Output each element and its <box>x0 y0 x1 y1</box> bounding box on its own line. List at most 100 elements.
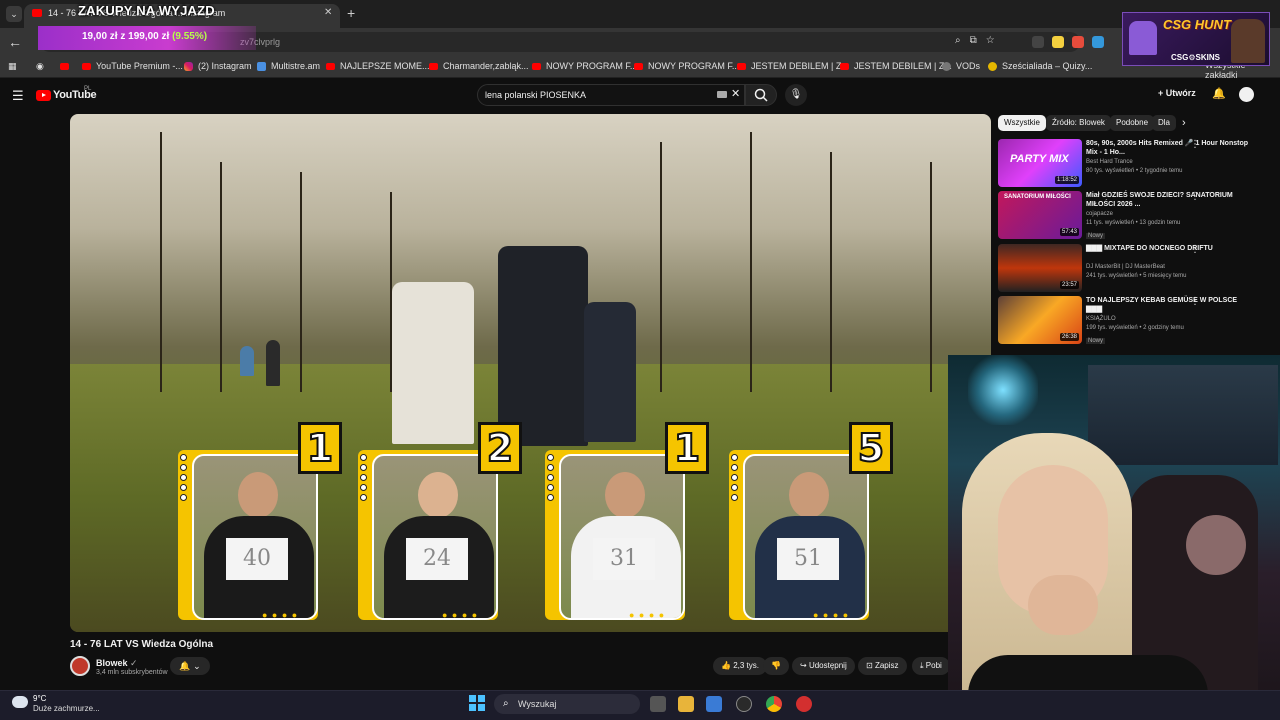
video-duration: 26:38 <box>1059 333 1079 341</box>
taskbar-search-placeholder[interactable]: Wyszukaj <box>518 699 556 709</box>
more-options-icon[interactable]: ⋮ <box>1190 191 1200 202</box>
extension-icon[interactable] <box>1032 36 1044 48</box>
bookmark-icon[interactable]: ◉ <box>36 61 44 72</box>
bookmark-item[interactable]: (2) Instagram <box>184 61 252 72</box>
microphone-icon[interactable]: 🎙 <box>785 84 807 106</box>
bookmark-item[interactable]: Charmander,zabląk... <box>429 61 529 71</box>
download-icon: ⤓ <box>920 661 924 670</box>
score-badge: 1 <box>298 422 342 474</box>
save-button[interactable]: ⊡ Zapisz <box>858 657 907 675</box>
tree <box>160 132 162 392</box>
plush-toy <box>1186 515 1246 575</box>
chip-related[interactable]: Podobne <box>1110 115 1155 131</box>
file-explorer-icon[interactable] <box>678 696 694 712</box>
bookmark-item[interactable]: NOWY PROGRAM F... <box>532 61 637 71</box>
extension-icon[interactable] <box>1072 36 1084 48</box>
channel-avatar[interactable] <box>70 656 90 676</box>
obs-icon[interactable] <box>736 696 752 712</box>
more-options-icon[interactable]: ⋮ <box>1190 139 1200 150</box>
contestant-card: 31 1 ● ● ● ● <box>545 422 709 622</box>
channel-name[interactable]: KSIĄŻULO <box>1086 316 1116 322</box>
download-button[interactable]: ⤓ Pobi <box>912 657 950 675</box>
recommended-video[interactable]: SANATORIUM MIŁOŚCI 57:43 Miał GDZIEŚ SWO… <box>998 191 1268 241</box>
recommended-video[interactable]: PARTY MIX 1:18:52 80s, 90s, 2000s Hits R… <box>998 139 1268 189</box>
weather-description[interactable]: Duże zachmurze... <box>33 704 100 713</box>
cloud-icon[interactable] <box>12 696 28 708</box>
subscription-bell-button[interactable]: 🔔 ⌄ <box>170 657 210 675</box>
bookmark-item[interactable]: Multistre.am <box>257 61 320 72</box>
recommended-video[interactable]: 26:38 TO NAJLEPSZY KEBAB GEMÜSE W POLSCE… <box>998 296 1268 346</box>
bookmark-item[interactable]: NAJLEPSZE MOME... <box>326 61 430 71</box>
bookmark-item[interactable]: VODs <box>942 61 980 72</box>
apps-grid-icon[interactable]: ▦ <box>8 61 17 72</box>
create-button[interactable]: + Utwórz <box>1158 88 1196 98</box>
new-tab-icon[interactable]: + <box>347 5 355 21</box>
extension-icon[interactable] <box>1092 36 1104 48</box>
keyboard-icon[interactable] <box>717 91 727 98</box>
sponsor-logo-text: CSG⚙SKINS <box>1171 53 1220 62</box>
video-duration: 23:57 <box>1059 281 1079 289</box>
chip-from-channel[interactable]: Źródło: Blowek <box>1046 115 1111 131</box>
omnibox-actions[interactable]: ⌕⧉☆ <box>955 35 1004 46</box>
store-icon[interactable] <box>706 696 722 712</box>
video-thumbnail[interactable]: SANATORIUM MIŁOŚCI 57:43 <box>998 191 1082 239</box>
recommended-video[interactable]: 23:57 ▇▇▇ MIXTAPE DO NOCNEGO DRIFTU DJ M… <box>998 244 1268 294</box>
back-arrow-icon[interactable]: ← <box>8 34 22 50</box>
task-view-icon[interactable] <box>650 696 666 712</box>
chip-all[interactable]: Wszystkie <box>998 115 1046 131</box>
clear-search-icon[interactable]: ✕ <box>731 87 740 100</box>
notifications-bell-icon[interactable]: 🔔 <box>1212 87 1226 100</box>
video-title[interactable]: 80s, 90s, 2000s Hits Remixed 🎤 1 Hour No… <box>1086 139 1250 157</box>
chip-for-you[interactable]: Dla <box>1152 115 1177 131</box>
share-icon: ↪ <box>800 661 807 670</box>
person-figure <box>584 302 636 442</box>
contestant-card: 40 1 ● ● ● ● <box>178 422 342 622</box>
hamburger-menu-icon[interactable]: ☰ <box>12 88 24 104</box>
windows-start-icon[interactable] <box>469 695 485 711</box>
bookmark-youtube-item[interactable] <box>60 61 74 71</box>
channel-name[interactable]: Best Hard Trance <box>1086 159 1133 165</box>
video-duration: 1:18:52 <box>1054 176 1079 184</box>
chevron-right-icon[interactable]: › <box>1182 117 1186 129</box>
bookmark-item[interactable]: JESTEM DEBILEM | Z... <box>737 61 849 71</box>
dislike-button[interactable]: 👎 <box>763 657 789 675</box>
video-thumbnail[interactable]: 23:57 <box>998 244 1082 292</box>
tab-search-button[interactable]: ⌄ <box>6 6 22 22</box>
bookmarks-bar: ▦ ◉ YouTube Premium -... (2) Instagram M… <box>0 56 1280 78</box>
bookmark-item[interactable]: YouTube Premium -... <box>82 61 183 71</box>
video-title[interactable]: Miał GDZIEŚ SWOJE DZIECI? SANATORIUM MIŁ… <box>1086 191 1250 209</box>
bookmark-item[interactable]: JESTEM DEBILEM | Z... <box>840 61 952 71</box>
video-title[interactable]: ▇▇▇ MIXTAPE DO NOCNEGO DRIFTU <box>1086 244 1250 253</box>
thumbs-down-icon: 👎 <box>771 661 781 670</box>
new-badge: Nowy <box>1086 233 1106 239</box>
youtube-header: ☰ YouTube PL lena polanski PIOSENKA ✕ 🎙 … <box>0 78 1280 112</box>
search-query[interactable]: lena polanski PIOSENKA <box>485 90 586 100</box>
account-avatar[interactable] <box>1239 87 1254 102</box>
video-meta: 11 tys. wyświetleń • 13 godzin temu <box>1086 220 1181 226</box>
extension-icon[interactable] <box>1052 36 1064 48</box>
channel-name[interactable]: cojapacze <box>1086 211 1113 217</box>
video-thumbnail[interactable]: PARTY MIX 1:18:52 <box>998 139 1082 187</box>
bookmark-item[interactable]: NOWY PROGRAM F... <box>634 61 739 71</box>
search-icon <box>754 88 768 102</box>
more-options-icon[interactable]: ⋮ <box>1190 244 1200 255</box>
search-button[interactable] <box>745 84 777 106</box>
youtube-logo-icon[interactable] <box>36 90 51 101</box>
app-icon[interactable] <box>796 696 812 712</box>
taskbar-search-box[interactable] <box>494 694 640 714</box>
close-tab-icon[interactable]: ✕ <box>324 7 332 18</box>
video-title[interactable]: TO NAJLEPSZY KEBAB GEMÜSE W POLSCE ▇▇▇ <box>1086 296 1250 314</box>
video-meta: 199 tys. wyświetleń • 2 godziny temu <box>1086 325 1184 331</box>
like-button[interactable]: 👍 2,3 tys. <box>713 657 767 675</box>
weather-temperature[interactable]: 9°C <box>33 694 46 703</box>
channel-name[interactable]: DJ MasterBit | DJ MasterBeat <box>1086 264 1165 270</box>
channel-name[interactable]: Blowek ✓ <box>96 658 138 669</box>
bookmark-item[interactable]: Sześcialiada – Quizy... <box>988 61 1092 72</box>
video-player[interactable]: 40 1 ● ● ● ● 24 2 ● ● ● ● 31 1 ● ● ● ● 5… <box>70 114 991 632</box>
video-thumbnail[interactable]: 26:38 <box>998 296 1082 344</box>
tree <box>830 152 832 392</box>
share-button[interactable]: ↪ Udostępnij <box>792 657 855 675</box>
streamer-hand <box>1028 575 1098 635</box>
chrome-icon[interactable] <box>766 696 782 712</box>
more-options-icon[interactable]: ⋮ <box>1190 296 1200 307</box>
